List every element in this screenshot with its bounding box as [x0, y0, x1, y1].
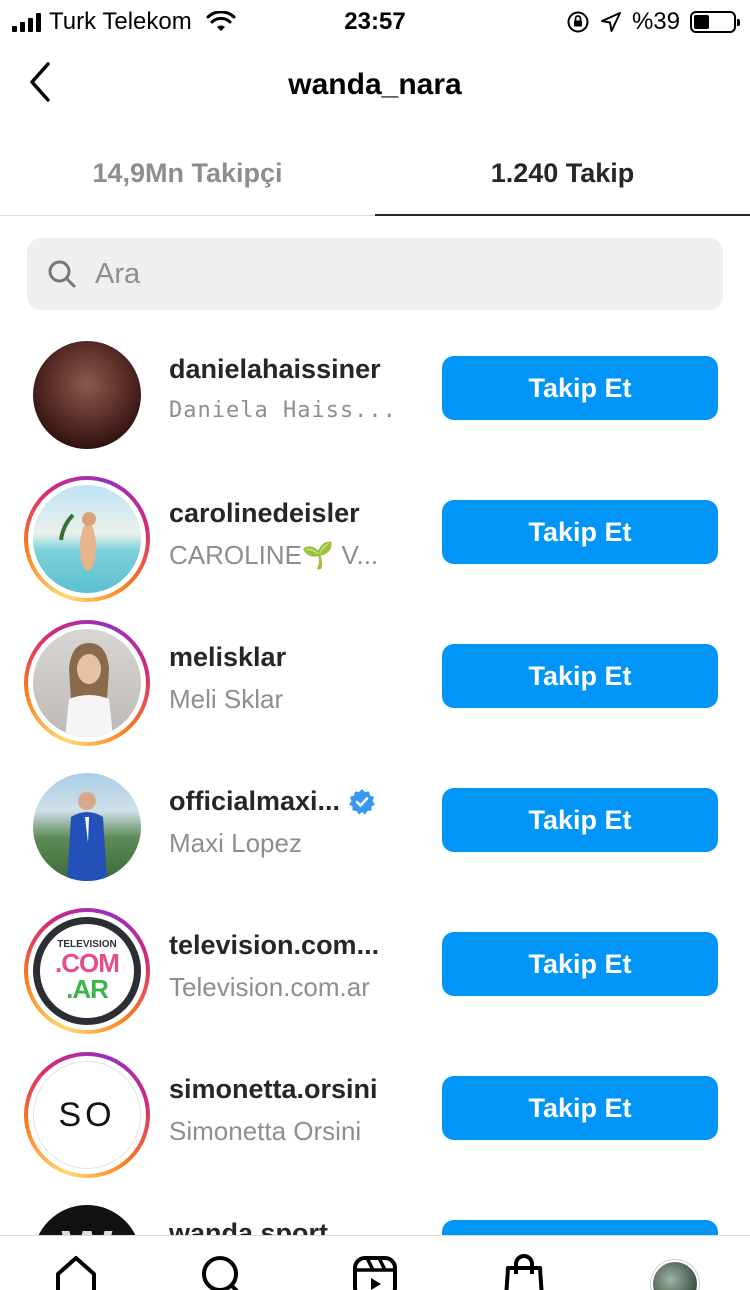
username[interactable]: danielahaissiner [169, 354, 381, 385]
avatar[interactable] [24, 332, 150, 458]
avatar [33, 485, 141, 593]
avatar-story-ring[interactable]: SO [24, 1052, 150, 1178]
avatar [33, 629, 141, 737]
tab-followers[interactable]: 14,9Mn Takipçi [0, 130, 375, 215]
list-item[interactable]: melisklar Meli Sklar Takip Et [0, 604, 750, 748]
status-bar: Turk Telekom 23:57 %39 [0, 0, 750, 42]
search-icon [48, 260, 76, 288]
battery-percent: %39 [631, 8, 680, 35]
list-item[interactable]: TELEVISION .COM .AR television.com... Te… [0, 892, 750, 1036]
list-item[interactable]: carolinedeisler CAROLINE🌱 V... Takip Et [0, 460, 750, 604]
tab-bar: 14,9Mn Takipçi 1.240 Takip [0, 130, 750, 216]
avatar: TELEVISION .COM .AR [33, 917, 141, 1025]
logo-text-bottom: .AR [66, 974, 109, 1004]
header: wanda_nara [0, 42, 750, 126]
full-name: Simonetta Orsini [169, 1116, 362, 1146]
username[interactable]: television.com... [169, 930, 379, 961]
logo: TELEVISION .COM .AR [55, 940, 120, 1004]
shop-icon[interactable] [500, 1252, 548, 1290]
avatar-story-ring[interactable] [24, 476, 150, 602]
username[interactable]: carolinedeisler [169, 498, 360, 529]
follow-button[interactable]: Takip Et [442, 644, 718, 708]
username[interactable]: officialmaxi... [169, 786, 340, 817]
username[interactable]: melisklar [169, 642, 286, 673]
tab-following[interactable]: 1.240 Takip [375, 130, 750, 216]
rotation-lock-icon [567, 11, 589, 33]
avatar-photo [59, 512, 96, 571]
search-input[interactable] [95, 257, 655, 291]
avatar-story-ring[interactable]: TELEVISION .COM .AR [24, 908, 150, 1034]
search-bar[interactable] [27, 238, 723, 310]
avatar-photo [65, 643, 113, 737]
list-item[interactable]: officialmaxi... Maxi Lopez Takip Et [0, 748, 750, 892]
full-name: Maxi Lopez [169, 828, 302, 858]
follow-button[interactable]: Takip Et [442, 356, 718, 420]
logo-text: SO [58, 1095, 116, 1134]
follow-button[interactable]: Takip Et [442, 1076, 718, 1140]
verified-badge-icon [349, 788, 376, 814]
full-name: Television.com.ar [169, 972, 370, 1002]
follow-button[interactable]: Takip Et [442, 788, 718, 852]
avatar: SO [33, 1061, 141, 1169]
reels-icon[interactable] [351, 1252, 399, 1290]
search-icon[interactable] [198, 1252, 246, 1290]
full-name: Meli Sklar [169, 684, 284, 714]
full-name: Daniela Haiss... [169, 398, 397, 423]
list-item[interactable]: SO simonetta.orsini Simonetta Orsini Tak… [0, 1036, 750, 1180]
avatar-story-ring[interactable] [24, 620, 150, 746]
profile-avatar[interactable] [651, 1260, 699, 1290]
list-item[interactable]: danielahaissiner Daniela Haiss... Takip … [0, 316, 750, 460]
home-icon[interactable] [52, 1252, 100, 1290]
follow-button[interactable]: Takip Et [442, 932, 718, 996]
page-title: wanda_nara [288, 68, 462, 101]
username[interactable]: simonetta.orsini [169, 1074, 378, 1105]
avatar-photo [67, 792, 107, 881]
status-right: %39 [566, 8, 740, 36]
logo-text-mid: .COM [55, 948, 120, 978]
location-arrow-icon [600, 12, 621, 32]
follow-button[interactable]: Takip Et [442, 500, 718, 564]
avatar[interactable] [24, 764, 150, 890]
battery-icon [690, 11, 740, 33]
following-list: danielahaissiner Daniela Haiss... Takip … [0, 316, 750, 1290]
full-name: CAROLINE🌱 V... [169, 540, 379, 570]
bottom-nav [0, 1235, 750, 1290]
